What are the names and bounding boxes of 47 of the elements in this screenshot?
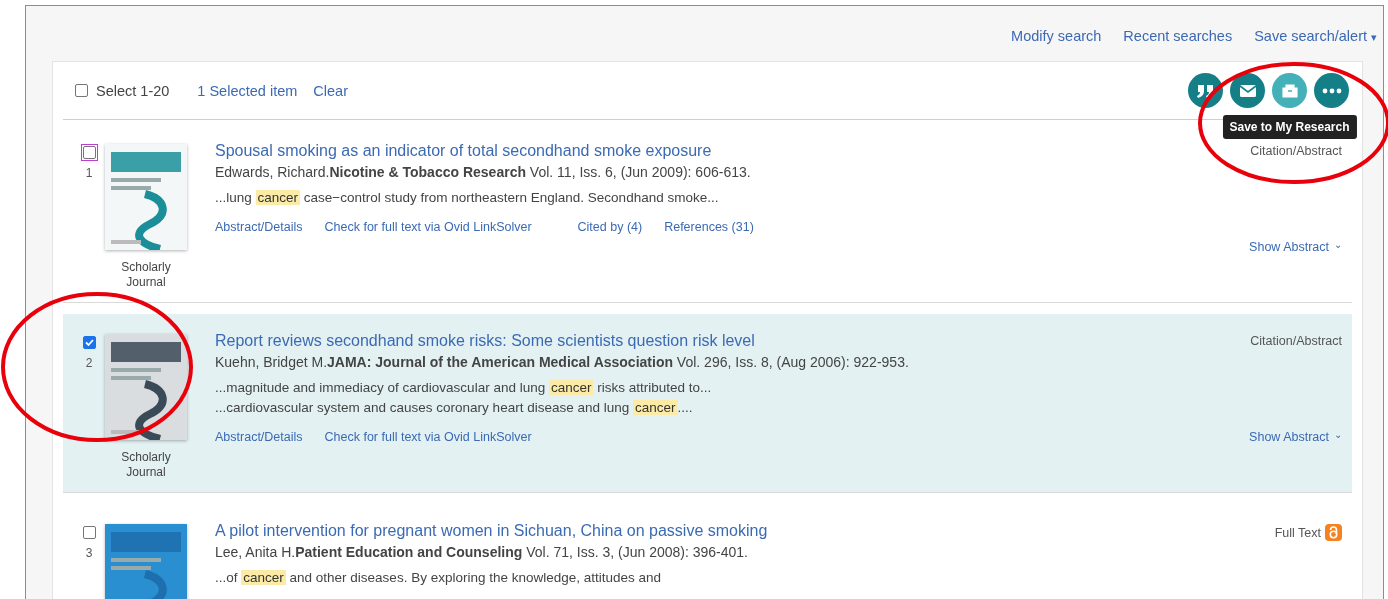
select-all-checkbox[interactable]	[75, 84, 88, 97]
save-button[interactable]	[1272, 73, 1307, 108]
result-number: 1	[85, 166, 93, 180]
selected-count-link[interactable]: 1 Selected item	[197, 82, 298, 99]
format-label: Citation/Abstract	[1250, 144, 1342, 158]
result-link[interactable]: Abstract/Details	[215, 430, 303, 444]
briefcase-icon	[1280, 82, 1299, 99]
format-label: Full Text	[1274, 525, 1321, 540]
citation-text: Kuehn, Bridget M.JAMA: Journal of the American Medical Association Vol. 296, Iss. 8, (Aug 2006): 922-953.	[215, 354, 909, 370]
result-link[interactable]: Abstract/Details	[215, 220, 303, 234]
row-checkbox[interactable]	[82, 526, 96, 539]
citation-text: Edwards, Richard.Nicotine & Tobacco Research Vol. 11, Iss. 6, (Jun 2009): 606-613.	[215, 164, 751, 180]
chevron-icon: ⌄	[1334, 239, 1342, 250]
quote-icon	[1195, 82, 1216, 99]
result-link[interactable]: Check for full text via Ovid LinkSolver	[324, 220, 532, 234]
clear-link[interactable]: Clear	[313, 82, 348, 99]
envelope-icon	[1238, 83, 1257, 98]
show-abstract-link[interactable]: Show Abstract	[1249, 240, 1329, 254]
row-checkbox[interactable]	[82, 336, 96, 349]
snippet-text: ...magnitude and immediacy of cardiovascular and lung cancer risks attributed to...	[215, 379, 712, 397]
top-link[interactable]: Modify search	[1011, 28, 1102, 44]
more-icon	[1321, 87, 1342, 94]
chevron-icon: ⌄	[1334, 429, 1342, 440]
show-abstract-link[interactable]: Show Abstract	[1249, 430, 1329, 444]
citation-text: Lee, Anita H.Patient Education and Counseling Vol. 71, Iss. 3, (Jun 2008): 396-401.	[215, 544, 748, 560]
document-type: Scholarly Journal	[120, 450, 172, 480]
result-title-link[interactable]: Report reviews secondhand smoke risks: Some scientists question risk level	[215, 332, 755, 350]
snippet-text: ...of cancer and other diseases. By exploring the knowledge, attitudes and	[215, 569, 662, 587]
result-link[interactable]: References (31)	[664, 220, 754, 234]
top-link[interactable]: Save search/alert	[1254, 28, 1367, 44]
result-link[interactable]: Cited by (4)	[577, 220, 643, 234]
row-checkbox[interactable]	[82, 146, 96, 159]
more-button[interactable]	[1314, 73, 1349, 108]
result-title-link[interactable]: A pilot intervention for pregnant women in Sichuan, China on passive smoking	[215, 522, 768, 540]
format-label: Citation/Abstract	[1250, 334, 1342, 348]
snippet-text: ...cardiovascular system and causes coronary heart disease and lung cancer....	[215, 399, 694, 417]
email-button[interactable]	[1230, 73, 1265, 108]
result-title-link[interactable]: Spousal smoking as an indicator of total secondhand smoke exposure	[215, 142, 712, 160]
result-number: 3	[85, 546, 93, 560]
result-number: 2	[85, 356, 93, 370]
tooltip: Save to My Research	[1222, 115, 1357, 139]
snippet-text: ...lung cancer case−control study from northeastern England. Secondhand smoke...	[215, 189, 719, 207]
select-all-label: Select 1-20	[96, 82, 170, 99]
caret-icon: ▾	[1371, 31, 1377, 44]
document-type: Scholarly Journal	[120, 260, 172, 290]
top-link[interactable]: Recent searches	[1123, 28, 1233, 44]
result-link[interactable]: Check for full text via Ovid LinkSolver	[324, 430, 532, 444]
